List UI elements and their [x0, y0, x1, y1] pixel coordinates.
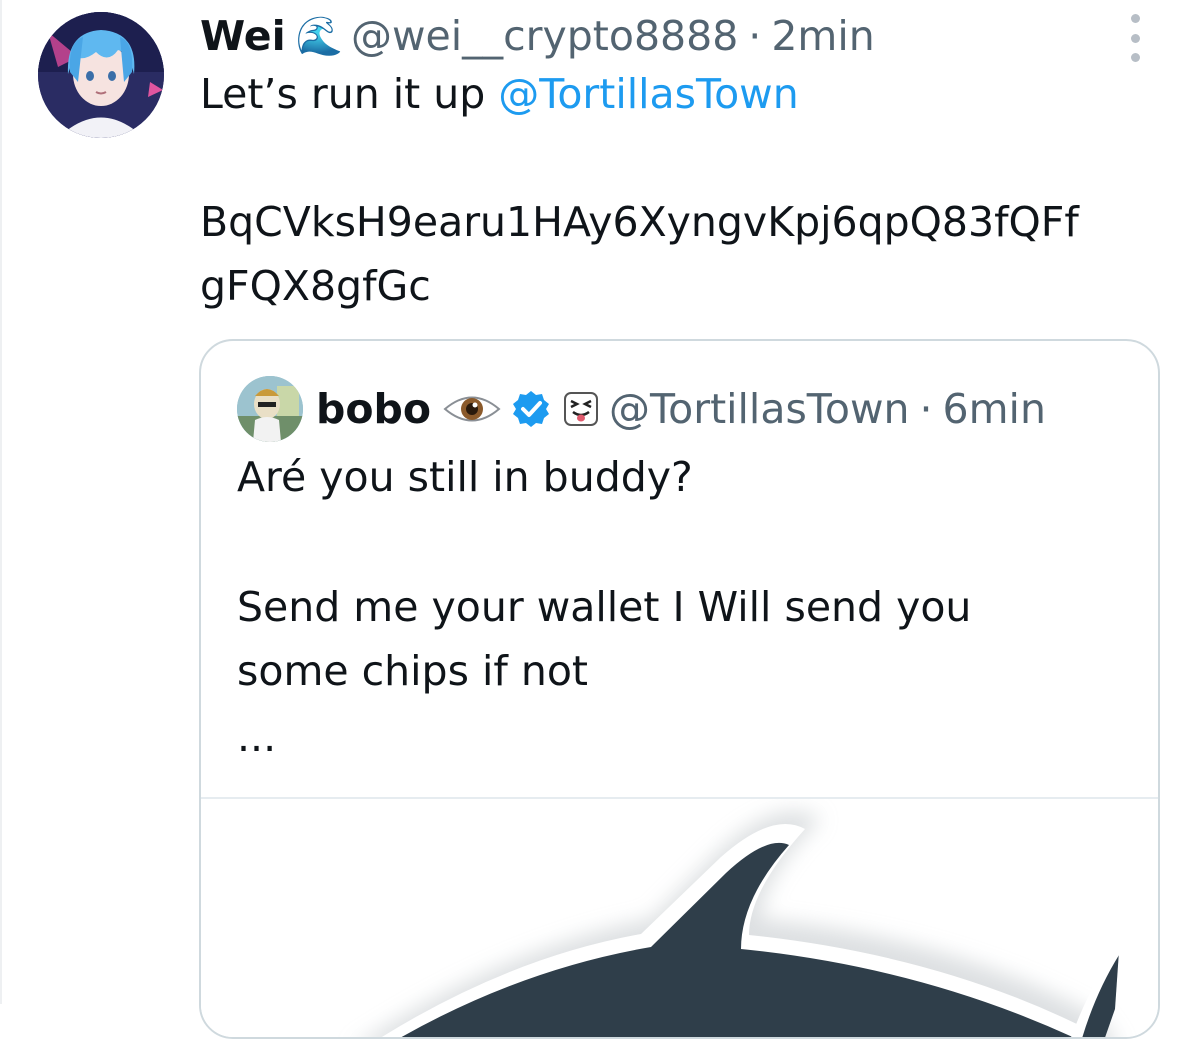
wallet-address-line-2: gFQX8gfGc — [200, 262, 431, 310]
quoted-text-line-1: Aré you still in buddy? — [237, 453, 693, 501]
verified-badge-icon — [513, 391, 550, 427]
squint-tongue-emoji-icon — [564, 392, 599, 426]
separator-dot: · — [748, 12, 762, 60]
author-avatar[interactable] — [38, 12, 164, 138]
quoted-tweet[interactable]: bobo @TortillasTown · 6min Aré you still… — [199, 339, 1160, 1039]
quoted-author-handle[interactable]: @TortillasTown — [609, 385, 909, 433]
anime-avatar-image — [38, 12, 164, 138]
quoted-author-name[interactable]: bobo — [316, 385, 431, 433]
more-dot — [1130, 33, 1140, 43]
author-handle[interactable]: @wei__crypto8888 — [351, 12, 738, 60]
quoted-media[interactable] — [201, 799, 1158, 1037]
tweet-card: Wei 🌊 @wei__crypto8888 · 2min Let’s run … — [0, 0, 1200, 1039]
quoted-text-line-3: some chips if not — [237, 647, 588, 695]
author-name[interactable]: Wei — [200, 12, 286, 60]
shark-image — [369, 811, 1121, 1037]
separator-dot: · — [919, 385, 933, 433]
tweet-text: Let’s run it up — [200, 70, 499, 118]
wallet-address-line-1: BqCVksH9earu1HAy6XyngvKpj6qpQ83fQFf — [200, 198, 1079, 246]
wave-emoji-icon: 🌊 — [295, 13, 343, 58]
more-options-icon[interactable] — [1120, 14, 1150, 62]
tweet-header: Wei 🌊 @wei__crypto8888 · 2min — [200, 8, 875, 64]
tweet-time[interactable]: 2min — [771, 12, 874, 60]
quoted-author-avatar[interactable] — [237, 376, 303, 442]
quoted-text-ellipsis: ... — [237, 713, 277, 761]
more-dot — [1130, 53, 1140, 62]
bobo-avatar-image — [237, 376, 303, 442]
quoted-text-line-2: Send me your wallet I Will send you — [237, 583, 972, 631]
quoted-header: bobo @TortillasTown · 6min — [316, 381, 1046, 437]
tweet-text-line-1: Let’s run it up @TortillasTown — [200, 70, 799, 118]
quoted-tweet-time[interactable]: 6min — [943, 385, 1046, 433]
more-dot — [1130, 14, 1140, 23]
eye-icon — [443, 396, 501, 422]
mention-link[interactable]: @TortillasTown — [498, 70, 798, 118]
